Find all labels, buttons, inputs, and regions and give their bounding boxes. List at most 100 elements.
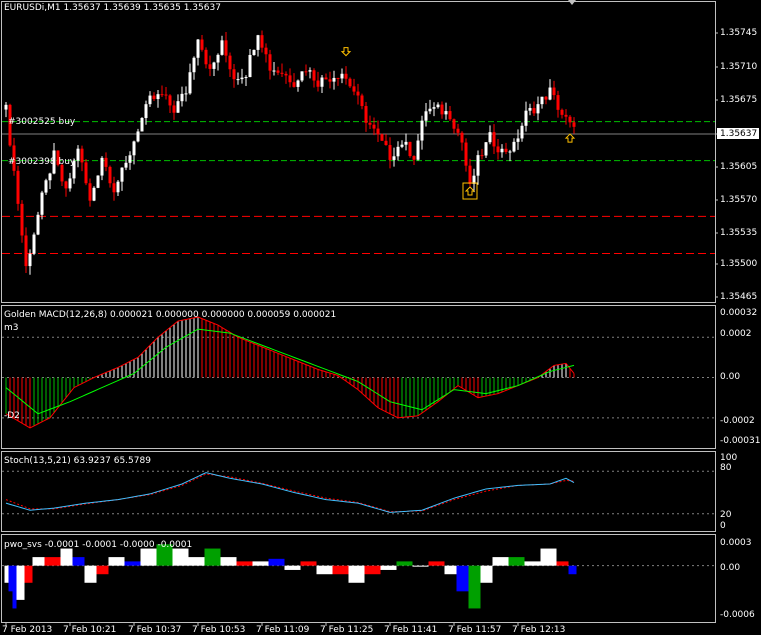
- candle-body: [280, 72, 284, 74]
- candle-body: [452, 119, 456, 129]
- pwo-histogram-bar: [156, 544, 173, 566]
- candle-body: [180, 93, 184, 102]
- candle-body: [248, 54, 252, 78]
- candle-body: [236, 79, 240, 81]
- candle-body: [16, 170, 20, 204]
- pwo-histogram-bar: [444, 565, 457, 575]
- candle-body: [316, 80, 320, 87]
- candle-body: [400, 144, 404, 147]
- pwo-histogram-bar: [32, 557, 45, 566]
- candle-body: [240, 77, 244, 80]
- candle-body: [416, 140, 420, 160]
- candle-body: [460, 132, 464, 143]
- pwo-histogram-bar: [284, 565, 301, 570]
- candle-body: [144, 104, 148, 118]
- pwo-histogram-bar: [300, 561, 317, 566]
- candle-body: [140, 117, 144, 132]
- candle-body: [336, 77, 340, 79]
- candle-body: [484, 142, 488, 156]
- candle-body: [404, 141, 408, 145]
- pwo-histogram-bar: [72, 557, 85, 566]
- candle-body: [152, 95, 156, 100]
- candle-body: [412, 156, 416, 160]
- candle-body: [380, 134, 384, 141]
- candle-body: [228, 55, 232, 70]
- candle-body: [528, 108, 532, 111]
- candle-body: [476, 155, 480, 176]
- candle-body: [64, 181, 68, 189]
- pwo-histogram-bar: [456, 565, 469, 592]
- candle-body: [532, 108, 536, 114]
- candle-body: [352, 86, 356, 92]
- candle-body: [372, 124, 376, 129]
- candle-body: [244, 77, 248, 79]
- candle-body: [540, 96, 544, 105]
- candle-body: [456, 128, 460, 133]
- pwo-histogram-bar: [492, 557, 509, 566]
- candle-body: [296, 80, 300, 87]
- order-label-3002525[interactable]: #3002525 buy: [8, 117, 75, 127]
- candle-body: [492, 132, 496, 147]
- candle-body: [468, 165, 472, 184]
- candle-body: [428, 108, 432, 112]
- candle-body: [252, 49, 256, 55]
- pwo-histogram-bar: [468, 565, 481, 609]
- candle-body: [104, 157, 108, 167]
- candle-body: [112, 183, 116, 193]
- chart-canvas[interactable]: [0, 0, 761, 635]
- candle-body: [440, 104, 444, 115]
- candle-body: [44, 180, 48, 193]
- candle-body: [552, 87, 556, 96]
- candle-body: [220, 40, 224, 55]
- candle-body: [392, 156, 396, 160]
- candle-body: [84, 162, 88, 184]
- candle-body: [96, 175, 100, 188]
- candle-body: [512, 141, 516, 152]
- candle-body: [40, 192, 44, 215]
- pwo-histogram-bar: [396, 561, 413, 566]
- candle-body: [212, 62, 216, 69]
- candle-body: [20, 203, 24, 236]
- pwo-histogram-bar: [332, 565, 349, 575]
- pwo-histogram-bar: [568, 565, 577, 575]
- candle-body: [288, 75, 292, 83]
- candle-body: [524, 110, 528, 126]
- candle-body: [172, 105, 176, 113]
- candle-body: [360, 95, 364, 107]
- pwo-histogram-bar: [540, 548, 557, 566]
- candle-body: [388, 145, 392, 160]
- candle-body: [348, 78, 352, 87]
- pwo-histogram-bar: [556, 561, 569, 566]
- candle-body: [264, 47, 268, 55]
- pwo-histogram-bar: [12, 565, 17, 609]
- candle-body: [188, 72, 192, 94]
- candle-body: [488, 132, 492, 143]
- candle-body: [224, 40, 228, 56]
- candle-body: [160, 94, 164, 96]
- pwo-histogram-bar: [172, 548, 189, 566]
- candle-body: [156, 94, 160, 100]
- current-price-tag: [717, 128, 759, 139]
- candle-body: [276, 70, 280, 73]
- candle-body: [364, 106, 368, 123]
- candle-body: [340, 73, 344, 79]
- pwo-histogram-bar: [412, 565, 429, 567]
- candle-body: [208, 64, 212, 69]
- candle-body: [500, 148, 504, 153]
- candle-body: [48, 173, 52, 181]
- candle-body: [60, 164, 64, 182]
- candle-body: [292, 82, 296, 87]
- candle-body: [268, 54, 272, 71]
- candle-body: [204, 49, 208, 65]
- candle-body: [132, 141, 136, 156]
- pwo-histogram-bar: [524, 561, 541, 566]
- candle-body: [136, 131, 140, 142]
- pwo-histogram-bar: [188, 557, 205, 566]
- candle-body: [432, 107, 436, 109]
- candle-body: [120, 167, 124, 182]
- order-label-3002398[interactable]: #3002398 buy: [8, 157, 75, 167]
- candle-body: [4, 104, 8, 110]
- candle-body: [76, 148, 80, 161]
- candle-body: [80, 148, 84, 163]
- pwo-histogram-bar: [252, 561, 269, 566]
